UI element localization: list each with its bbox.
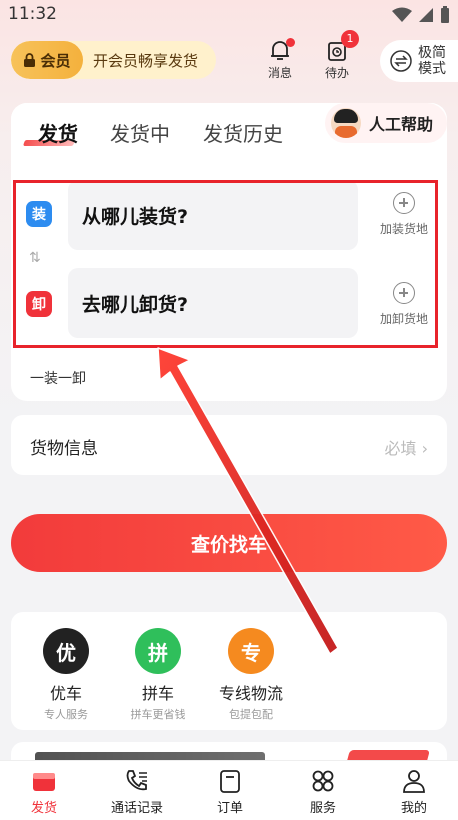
nav-profile[interactable]: 我的 [374,767,454,816]
messages-button[interactable]: 消息 [260,38,300,81]
tab-shipping-in-progress[interactable]: 发货中 [110,118,170,147]
nav-call-log[interactable]: 通话记录 [97,767,177,816]
nav-ship[interactable]: 发货 [4,767,84,816]
top-bar: 会员 开会员畅享发货 消息 1 待办 极简 模式 [0,30,458,84]
signal-icon [419,8,433,22]
dedicated-logistics-icon: 专 [228,628,274,674]
wifi-icon [392,7,412,22]
route-mode-selector[interactable]: 一装一卸 [30,368,86,388]
todo-label: 待办 [324,66,349,80]
battery-icon [441,6,449,23]
goods-info-value: 必填 › [384,439,429,458]
bottom-nav: 发货 通话记录 订单 服务 我的 [0,760,458,820]
vip-text: 开会员畅享发货 [93,51,199,70]
mode-label-2: 模式 [418,61,446,77]
highlight-box [13,180,438,348]
service-premium-car[interactable]: 优 优车 专人服务 [18,628,114,722]
todo-button[interactable]: 1 待办 [317,30,359,81]
tab-ship[interactable]: 发货 [38,118,78,147]
agent-avatar [331,108,361,138]
premium-car-icon: 优 [43,628,89,674]
todo-badge: 1 [341,30,359,48]
lock-icon [24,53,36,67]
status-time: 11:32 [8,4,57,24]
service-dedicated-logistics[interactable]: 专 专线物流 包提包配 [203,628,299,722]
get-quote-button[interactable]: 查价找车 [11,514,447,572]
human-help-button[interactable]: 人工帮助 [325,103,447,143]
tab-shipping-history[interactable]: 发货历史 [203,118,283,147]
switch-icon [390,50,412,72]
unread-dot [286,38,295,47]
truck-icon [33,773,55,791]
status-bar: 11:32 [0,0,458,28]
person-icon [403,770,425,793]
messages-label: 消息 [267,66,292,80]
phone-list-icon [126,770,147,791]
order-icon [220,770,240,793]
carpool-icon: 拼 [135,628,181,674]
vip-banner[interactable]: 会员 开会员畅享发货 [11,41,216,79]
grid-icon [312,770,334,792]
vip-badge: 会员 [11,41,83,79]
simple-mode-button[interactable]: 极简 模式 [380,40,458,82]
service-carpool[interactable]: 拼 拼车 拼车更省钱 [110,628,206,722]
nav-services[interactable]: 服务 [283,767,363,816]
nav-orders[interactable]: 订单 [190,767,270,816]
goods-info-label: 货物信息 [30,439,98,459]
mode-label-1: 极简 [418,45,446,61]
